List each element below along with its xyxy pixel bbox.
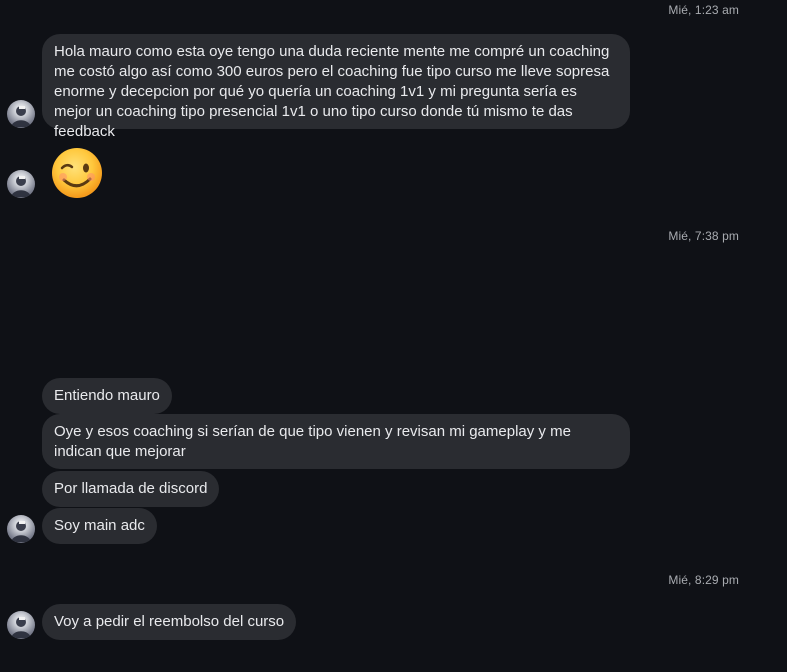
avatar[interactable]	[7, 170, 35, 198]
message-bubble[interactable]: Por llamada de discord	[42, 471, 220, 507]
winking-face-emoji	[52, 148, 102, 198]
message-bubble[interactable]: Soy main adc	[42, 508, 157, 544]
timestamp: Mié, 8:29 pm	[668, 573, 739, 587]
person-icon	[11, 617, 31, 638]
chat-thread: Mié, 1:23 am Hola mauro como esta oye te…	[0, 0, 787, 672]
timestamp: Mié, 1:23 am	[668, 3, 739, 17]
message-bubble[interactable]: Oye y esos coaching si serían de que tip…	[42, 414, 630, 469]
avatar[interactable]	[7, 611, 35, 639]
message-bubble[interactable]: Entiendo mauro	[42, 378, 172, 414]
person-icon	[11, 106, 31, 127]
message-bubble[interactable]: Voy a pedir el reembolso del curso	[42, 604, 297, 640]
timestamp: Mié, 7:38 pm	[668, 229, 739, 243]
person-icon	[11, 521, 31, 542]
avatar[interactable]	[7, 100, 35, 128]
person-icon	[11, 176, 31, 197]
message-bubble[interactable]: Hola mauro como esta oye tengo una duda …	[42, 34, 630, 140]
avatar[interactable]	[7, 515, 35, 543]
